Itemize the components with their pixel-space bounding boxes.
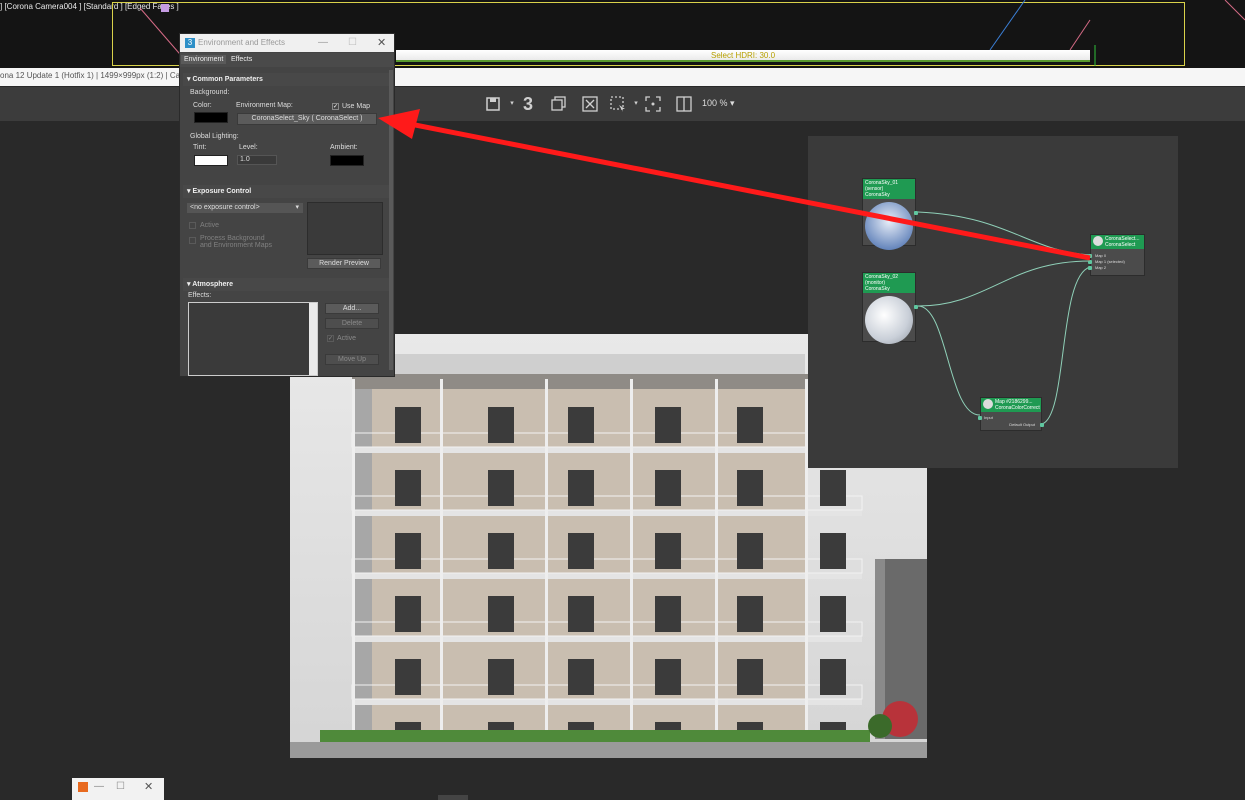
close-icon[interactable]: ✕ (144, 780, 153, 793)
minimized-window[interactable]: — ☐ ✕ (72, 778, 164, 800)
status-strip (438, 795, 468, 800)
annotation-arrow (378, 109, 1091, 261)
app-icon (78, 782, 88, 792)
minimize-icon[interactable]: — (94, 781, 104, 792)
maximize-icon[interactable]: ☐ (116, 781, 125, 792)
